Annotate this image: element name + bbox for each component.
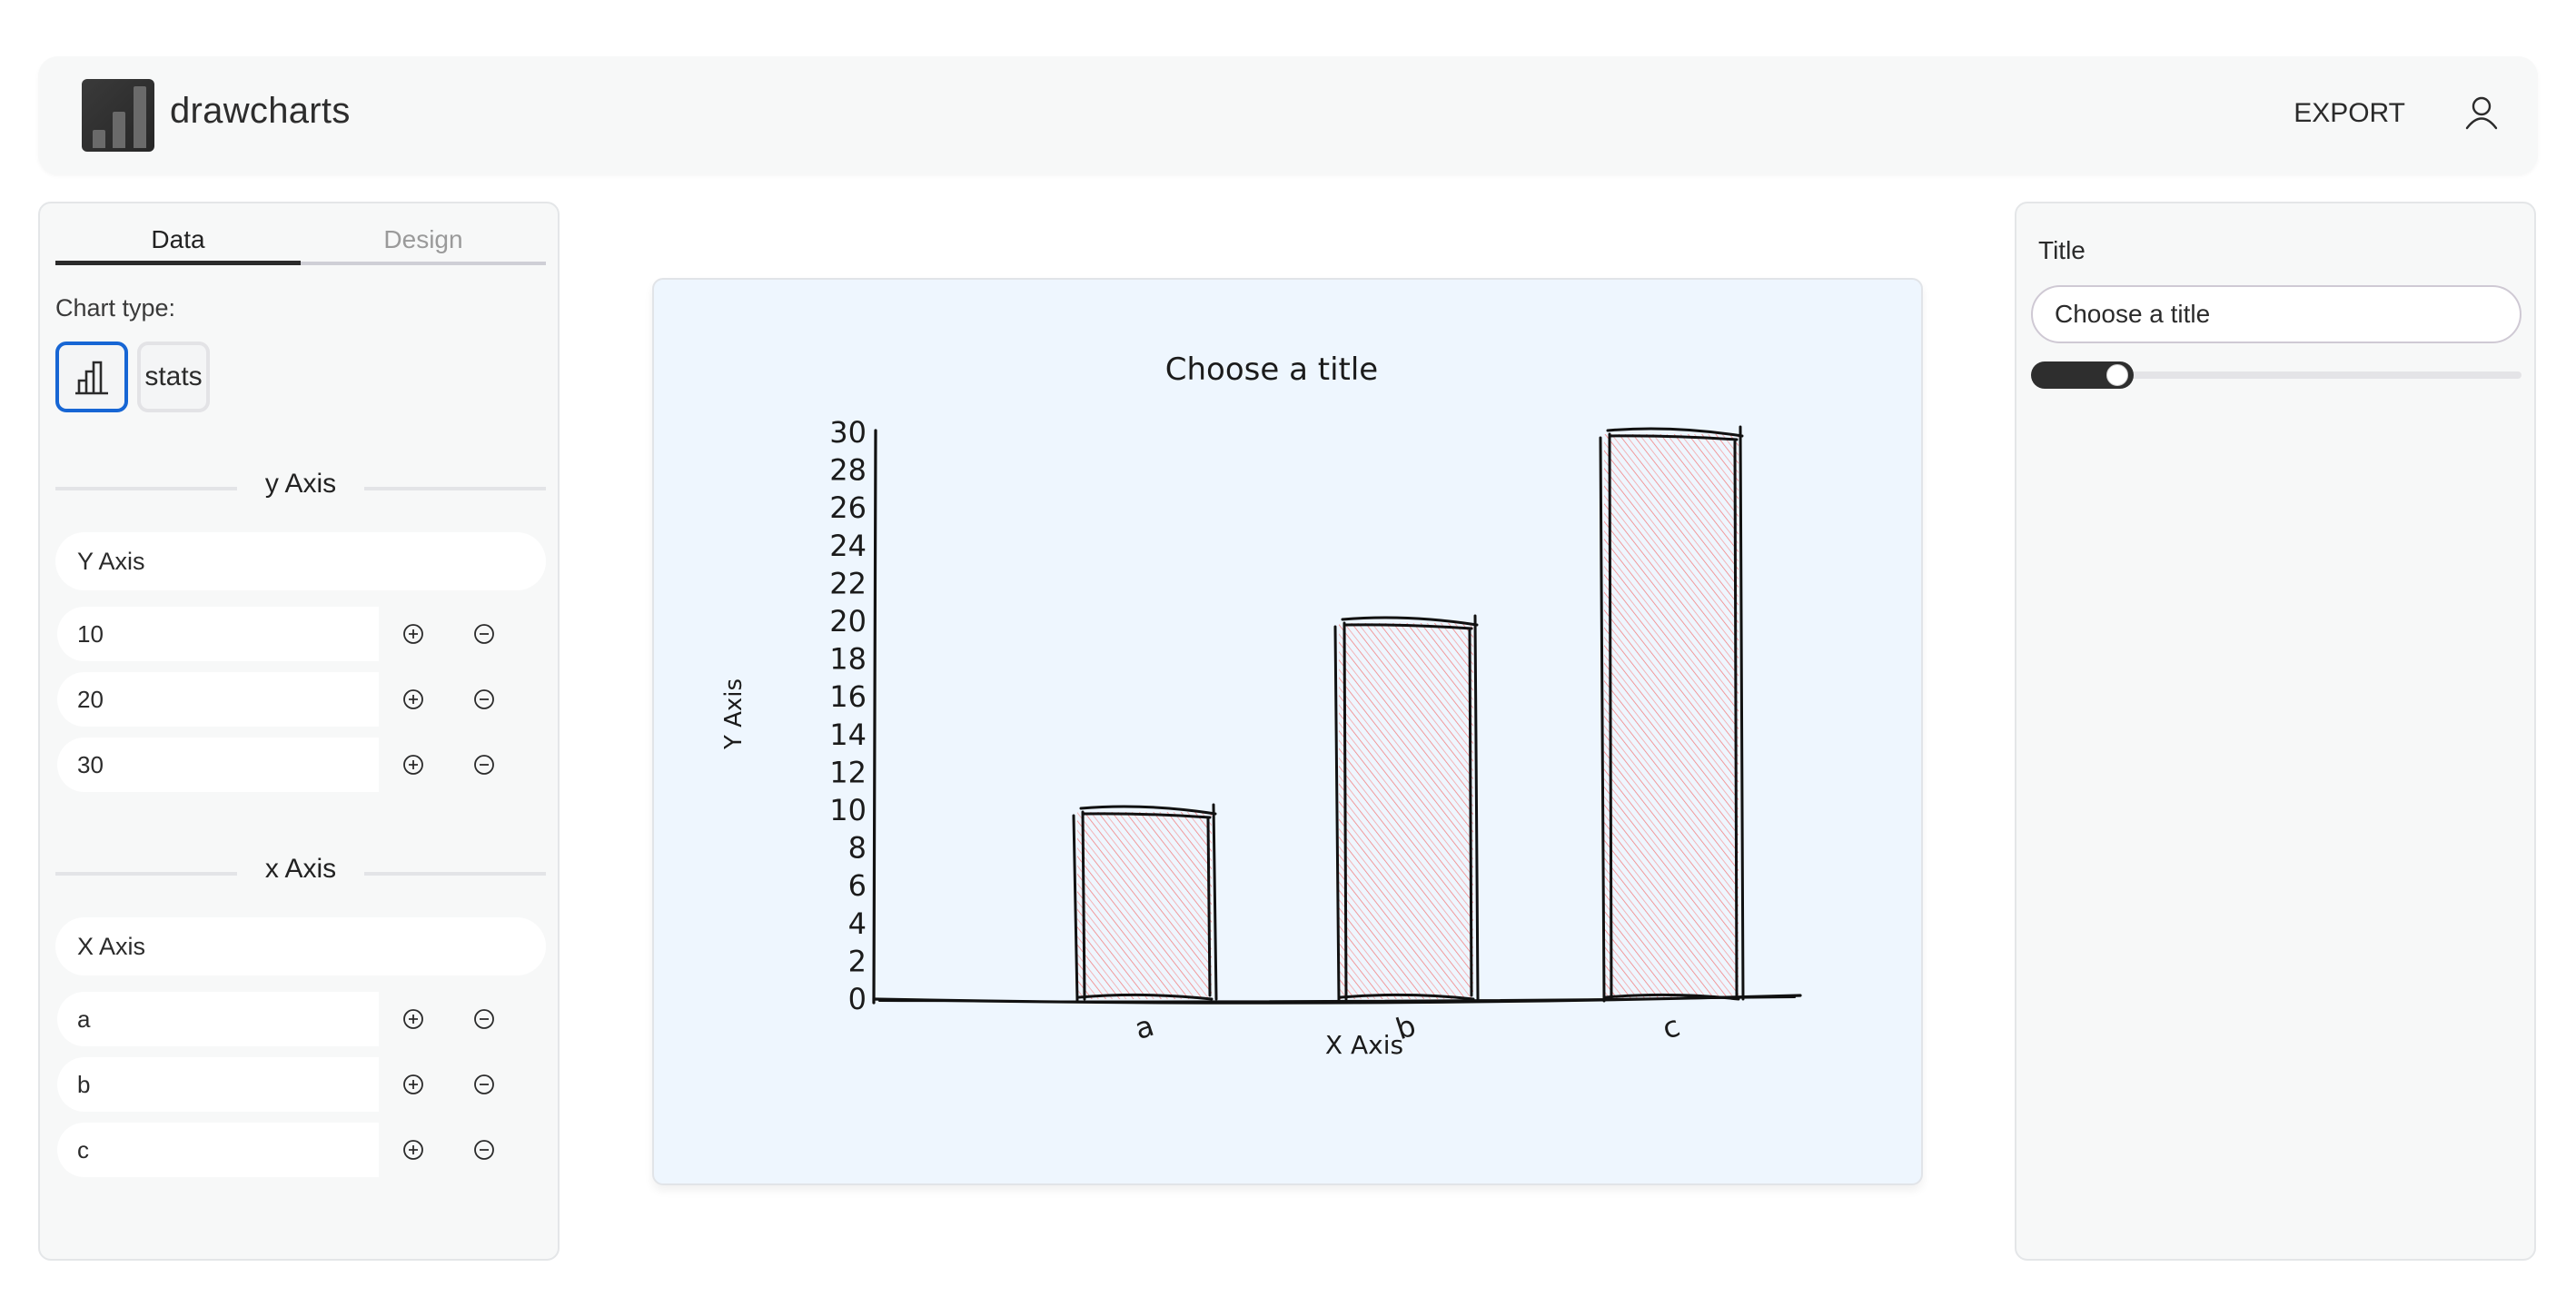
y-tick-label: 14 (829, 718, 867, 752)
chart-title: Choose a title (1165, 351, 1378, 388)
y-tick-label: 4 (848, 906, 867, 941)
y-tick-label: 30 (829, 415, 867, 450)
tab-data[interactable]: Data (55, 222, 301, 265)
x-axis-section-header: x Axis (55, 854, 546, 890)
export-button[interactable]: EXPORT (2294, 98, 2405, 129)
data-panel: Data Design Chart type: stats y Axis x A… (38, 202, 560, 1261)
x-value-row (55, 992, 546, 1046)
y-tick-label: 24 (829, 529, 867, 563)
y-value-row (55, 607, 546, 661)
top-bar: drawcharts EXPORT (38, 56, 2538, 174)
plus-circle-icon[interactable] (395, 1132, 431, 1168)
y-tick-label: 6 (848, 868, 867, 903)
plus-circle-icon[interactable] (395, 616, 431, 652)
chart-canvas: Choose a title Y Axis X Axis 0 2 4 6 8 10 12 14… (652, 278, 1923, 1185)
y-tick-label: 16 (829, 679, 867, 714)
x-axis-name-input[interactable] (55, 917, 546, 975)
panel-tabs: Data Design (55, 222, 546, 265)
y-tick-label: 18 (829, 642, 867, 677)
x-tick-label: a (1130, 1008, 1157, 1046)
bar-chart-logo-icon (82, 79, 154, 152)
x-tick-labels: abc (1130, 1008, 1683, 1046)
bar-chart-type-button[interactable] (55, 342, 128, 412)
bar-a (1077, 812, 1212, 999)
y-tick-label: 8 (848, 831, 867, 866)
x-axis-section-title: x Axis (264, 854, 337, 884)
stats-chart-type-button[interactable]: stats (137, 342, 210, 412)
y-value-input[interactable] (57, 607, 379, 661)
divider-line (364, 487, 546, 490)
y-tick-label: 26 (829, 490, 867, 525)
y-value-input[interactable] (57, 672, 379, 727)
x-tick-label: c (1658, 1008, 1683, 1046)
y-tick-label: 20 (829, 604, 867, 639)
y-value-row (55, 738, 546, 792)
y-tick-labels: 024681012141618202224262830 (829, 415, 867, 1016)
tab-design[interactable]: Design (301, 222, 546, 265)
brand-name: drawcharts (170, 91, 351, 131)
y-value-input[interactable] (57, 738, 379, 792)
y-value-row (55, 672, 546, 727)
design-panel: Title (2015, 202, 2536, 1261)
bar-b (1339, 623, 1473, 999)
bar-chart-icon (75, 361, 108, 395)
y-axis-line (872, 429, 877, 1005)
minus-circle-icon[interactable] (466, 1132, 502, 1168)
x-value-input[interactable] (57, 1057, 379, 1112)
bar-chart: Choose a title Y Axis X Axis 02468101214… (720, 351, 1802, 1060)
minus-circle-icon[interactable] (466, 681, 502, 718)
y-tick-label: 0 (848, 982, 867, 1016)
y-axis-section-title: y Axis (264, 469, 337, 499)
title-input[interactable] (2031, 285, 2522, 343)
x-axis-line-sketch (878, 996, 1796, 1003)
plus-circle-icon[interactable] (395, 747, 431, 783)
minus-circle-icon[interactable] (466, 616, 502, 652)
y-tick-label: 2 (848, 944, 867, 978)
x-value-input[interactable] (57, 992, 379, 1046)
divider-line (364, 872, 546, 876)
minus-circle-icon[interactable] (466, 747, 502, 783)
y-axis-section-header: y Axis (55, 469, 546, 505)
y-tick-label: 28 (829, 453, 867, 488)
y-axis-name-input[interactable] (55, 532, 546, 590)
minus-circle-icon[interactable] (466, 1066, 502, 1103)
chart-type-label: Chart type: (55, 294, 176, 322)
x-axis-title: X Axis (1325, 1030, 1403, 1060)
user-icon[interactable] (2463, 94, 2500, 131)
slider-thumb[interactable] (2106, 364, 2128, 386)
bars (1072, 425, 1745, 1003)
x-value-input[interactable] (57, 1123, 379, 1177)
minus-circle-icon[interactable] (466, 1001, 502, 1037)
bar-c (1604, 434, 1739, 999)
plus-circle-icon[interactable] (395, 681, 431, 718)
x-value-row (55, 1123, 546, 1177)
title-size-slider[interactable] (2031, 360, 2522, 391)
y-axis-title: Y Axis (720, 678, 748, 750)
y-tick-label: 12 (829, 755, 867, 789)
plus-circle-icon[interactable] (395, 1066, 431, 1103)
title-label: Title (2038, 236, 2086, 264)
x-value-row (55, 1057, 546, 1112)
y-tick-label: 22 (829, 566, 867, 600)
plus-circle-icon[interactable] (395, 1001, 431, 1037)
y-tick-label: 10 (829, 793, 867, 827)
